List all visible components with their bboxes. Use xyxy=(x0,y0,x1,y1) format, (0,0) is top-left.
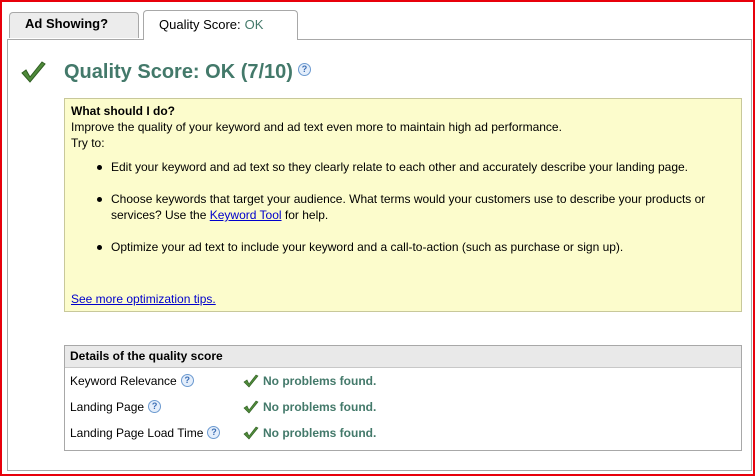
check-icon xyxy=(243,400,259,414)
status-value: No problems found. xyxy=(263,400,377,414)
details-heading: Details of the quality score xyxy=(65,346,741,368)
see-more-tips-link[interactable]: See more optimization tips. xyxy=(71,292,216,306)
tab-quality-score[interactable]: Quality Score: OK xyxy=(143,10,298,40)
check-icon xyxy=(243,374,259,388)
advice-heading: What should I do? xyxy=(71,104,175,118)
check-icon xyxy=(243,426,259,440)
advice-item-text-after: for help. xyxy=(281,208,329,222)
tab-ad-showing[interactable]: Ad Showing? xyxy=(9,12,139,38)
landing-page-load-time-label: Landing Page Load Time xyxy=(70,426,204,440)
table-row: Landing Page? No problems found. xyxy=(65,394,741,420)
status-text: No problems found. xyxy=(243,394,376,420)
table-row: Keyword Relevance? No problems found. xyxy=(65,368,741,394)
check-icon xyxy=(21,61,46,83)
help-icon[interactable]: ? xyxy=(297,62,311,76)
advice-item-text: Choose keywords that target your audienc… xyxy=(111,192,706,222)
advice-box: What should I do? Improve the quality of… xyxy=(64,98,742,312)
list-item: Choose keywords that target your audienc… xyxy=(71,191,735,223)
tab-quality-score-label: Quality Score: xyxy=(159,17,241,32)
bullet-icon xyxy=(97,165,102,170)
list-item: Optimize your ad text to include your ke… xyxy=(71,239,735,255)
bullet-icon xyxy=(97,245,102,250)
tab-bar: Ad Showing? Quality Score: OK xyxy=(7,10,752,40)
window-frame: Ad Showing? Quality Score: OK Quality Sco… xyxy=(0,0,755,476)
status-value: No problems found. xyxy=(263,426,377,440)
row-label: Landing Page? xyxy=(70,394,162,420)
details-table: Details of the quality score Keyword Rel… xyxy=(64,345,742,451)
status-value: No problems found. xyxy=(263,374,377,388)
keyword-tool-link[interactable]: Keyword Tool xyxy=(210,208,282,222)
advice-list: Edit your keyword and ad text so they cl… xyxy=(71,159,735,255)
help-icon[interactable]: ? xyxy=(180,374,194,388)
title-row: Quality Score: OK (7/10) ? xyxy=(20,58,311,86)
row-label: Landing Page Load Time? xyxy=(70,420,221,446)
bullet-icon xyxy=(97,197,102,202)
quality-score-panel: Quality Score: OK (7/10) ? What should I… xyxy=(7,39,752,471)
keyword-relevance-label: Keyword Relevance xyxy=(70,374,177,388)
list-item: Edit your keyword and ad text so they cl… xyxy=(71,159,735,175)
advice-item-text: Edit your keyword and ad text so they cl… xyxy=(111,160,689,174)
table-row: Landing Page Load Time? No problems foun… xyxy=(65,420,741,446)
row-label: Keyword Relevance? xyxy=(70,368,194,394)
advice-item-text: Optimize your ad text to include your ke… xyxy=(111,240,624,254)
page-title: Quality Score: OK (7/10) xyxy=(64,60,293,83)
tab-ad-showing-label: Ad Showing? xyxy=(25,16,109,31)
help-icon[interactable]: ? xyxy=(207,426,221,440)
status-text: No problems found. xyxy=(243,420,376,446)
help-icon[interactable]: ? xyxy=(148,400,162,414)
advice-intro: Improve the quality of your keyword and … xyxy=(71,120,562,134)
tab-quality-score-value: OK xyxy=(244,17,264,32)
status-text: No problems found. xyxy=(243,368,376,394)
landing-page-label: Landing Page xyxy=(70,400,145,414)
advice-try-to: Try to: xyxy=(71,136,105,150)
